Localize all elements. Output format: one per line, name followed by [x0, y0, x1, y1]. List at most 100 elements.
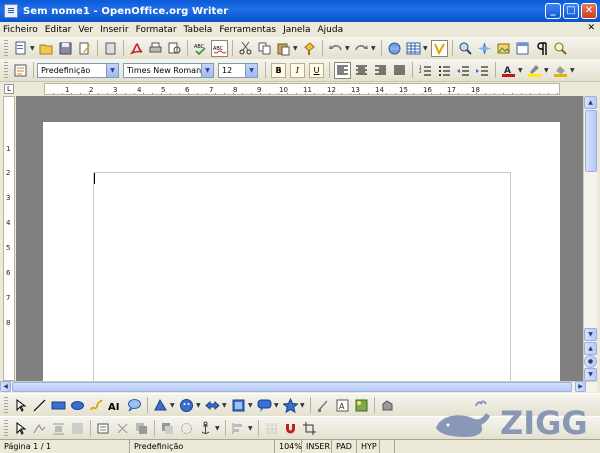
autospellcheck-icon[interactable]: ABC — [211, 39, 228, 57]
send-back-icon[interactable] — [159, 420, 176, 437]
spellcheck-icon[interactable]: ABC — [192, 40, 209, 57]
vertical-scroll-thumb[interactable] — [585, 110, 597, 172]
decrease-indent-icon[interactable] — [455, 62, 472, 79]
hyperlink-mode[interactable]: HYP — [357, 440, 380, 453]
insert-mode[interactable]: INSER — [302, 440, 332, 453]
maximize-button[interactable]: □ — [563, 3, 579, 19]
chevron-down-icon[interactable]: ▼ — [106, 63, 118, 77]
ellipse-icon[interactable] — [69, 397, 86, 414]
underline-button[interactable]: U — [309, 62, 324, 78]
align-objects-icon[interactable] — [230, 420, 247, 437]
highlighting-icon[interactable] — [526, 62, 543, 79]
document-page[interactable] — [43, 122, 560, 381]
stars-icon[interactable] — [282, 397, 299, 414]
vertical-scrollbar[interactable]: ▲ ▼ ▲ ● ▼ — [583, 96, 597, 381]
rectangle-icon[interactable] — [50, 397, 67, 414]
bold-button[interactable]: B — [271, 62, 286, 78]
from-file-icon[interactable] — [353, 397, 370, 414]
navigator-icon[interactable] — [476, 40, 493, 57]
horizontal-scroll-thumb[interactable] — [12, 382, 572, 392]
edit-points-icon[interactable] — [31, 420, 48, 437]
menu-tabela[interactable]: Tabela — [184, 25, 213, 35]
text-icon[interactable]: AI — [107, 397, 124, 414]
block-arrows-icon[interactable] — [204, 397, 221, 414]
horizontal-ruler[interactable]: 1 2 3 4 5 6 7 8 9 10 11 12 13 14 15 16 1… — [44, 83, 560, 95]
new-document-icon[interactable] — [12, 40, 29, 57]
numbering-icon[interactable]: 12 — [417, 62, 434, 79]
show-draw-functions-icon[interactable] — [431, 39, 448, 57]
freeform-icon[interactable] — [88, 397, 105, 414]
cut-icon[interactable] — [237, 40, 254, 57]
select-icon[interactable] — [12, 397, 29, 414]
toolbar-grip[interactable] — [4, 62, 8, 78]
gallery-icon[interactable] — [495, 40, 512, 57]
justify-icon[interactable] — [391, 62, 408, 79]
basic-shapes-icon[interactable] — [152, 397, 169, 414]
clone-format-icon[interactable] — [301, 40, 318, 57]
menu-inserir[interactable]: Inserir — [100, 25, 129, 35]
writer-app-icon[interactable] — [4, 4, 18, 18]
save-icon[interactable] — [57, 40, 74, 57]
extrusion-icon[interactable] — [379, 397, 396, 414]
page-count[interactable]: Página 1 / 1 — [0, 440, 130, 453]
symbol-shapes-icon[interactable] — [178, 397, 195, 414]
nonprinting-characters-icon[interactable] — [533, 40, 550, 57]
close-button[interactable]: ✕ — [581, 3, 597, 19]
grid-icon[interactable] — [263, 420, 280, 437]
points-icon[interactable] — [315, 397, 332, 414]
group-icon[interactable] — [178, 420, 195, 437]
crop-icon[interactable] — [301, 420, 318, 437]
menu-ajuda[interactable]: Ajuda — [318, 25, 344, 35]
menu-editar[interactable]: Editar — [45, 25, 72, 35]
toolbar-grip[interactable] — [4, 420, 8, 436]
previous-page-button[interactable]: ▲ — [584, 342, 597, 355]
find-replace-icon[interactable] — [457, 40, 474, 57]
navigation-button[interactable]: ● — [584, 355, 597, 368]
page-preview-icon[interactable] — [166, 40, 183, 57]
styles-formatting-icon[interactable] — [12, 62, 29, 79]
font-size-select[interactable]: 12 ▼ — [218, 62, 258, 78]
next-page-button[interactable]: ▼ — [584, 368, 597, 381]
paragraph-style-select[interactable]: Predefinição ▼ — [37, 62, 119, 78]
tab-type-selector[interactable]: L — [4, 84, 14, 94]
undo-icon[interactable] — [327, 40, 344, 57]
wrap-page-icon[interactable] — [69, 420, 86, 437]
scroll-down-button[interactable]: ▼ — [584, 328, 597, 341]
align-right-icon[interactable] — [372, 62, 389, 79]
table-icon[interactable] — [405, 40, 422, 57]
export-pdf-icon[interactable] — [128, 40, 145, 57]
close-document-button[interactable]: ✕ — [587, 23, 595, 33]
toolbar-grip[interactable] — [4, 397, 8, 413]
vertical-ruler[interactable]: 1 2 3 4 5 6 7 8 — [3, 96, 15, 381]
font-color-icon[interactable]: A — [500, 62, 517, 79]
zoom-level[interactable]: 104% — [275, 440, 302, 453]
menu-ficheiro[interactable]: Ficheiro — [3, 25, 38, 35]
menu-ver[interactable]: Ver — [78, 25, 93, 35]
rotate-icon[interactable] — [114, 420, 131, 437]
zoom-icon[interactable] — [552, 40, 569, 57]
fontwork-icon[interactable]: A — [334, 397, 351, 414]
menu-ferramentas[interactable]: Ferramentas — [219, 25, 276, 35]
chevron-down-icon[interactable]: ▼ — [245, 63, 257, 77]
bullets-icon[interactable] — [436, 62, 453, 79]
background-color-icon[interactable] — [552, 62, 569, 79]
redo-icon[interactable] — [353, 40, 370, 57]
increase-indent-icon[interactable] — [474, 62, 491, 79]
scroll-right-button[interactable]: ▶ — [575, 381, 586, 392]
open-folder-icon[interactable] — [38, 40, 55, 57]
hyperlink-icon[interactable] — [386, 40, 403, 57]
horizontal-scrollbar[interactable]: ◀ ▶ — [0, 381, 597, 392]
wrap-off-icon[interactable] — [50, 420, 67, 437]
minimize-button[interactable]: _ — [545, 3, 561, 19]
align-left-icon[interactable] — [334, 61, 351, 79]
position-size-icon[interactable] — [95, 420, 112, 437]
font-name-select[interactable]: Times New Roman ▼ — [123, 62, 214, 78]
callouts-icon[interactable] — [256, 397, 273, 414]
callout-icon[interactable] — [126, 397, 143, 414]
italic-button[interactable]: I — [290, 62, 305, 78]
scroll-up-button[interactable]: ▲ — [584, 96, 597, 109]
page-style[interactable]: Predefinição — [130, 440, 275, 453]
print-icon[interactable] — [147, 40, 164, 57]
line-icon[interactable] — [31, 397, 48, 414]
paste-icon[interactable] — [275, 40, 292, 57]
